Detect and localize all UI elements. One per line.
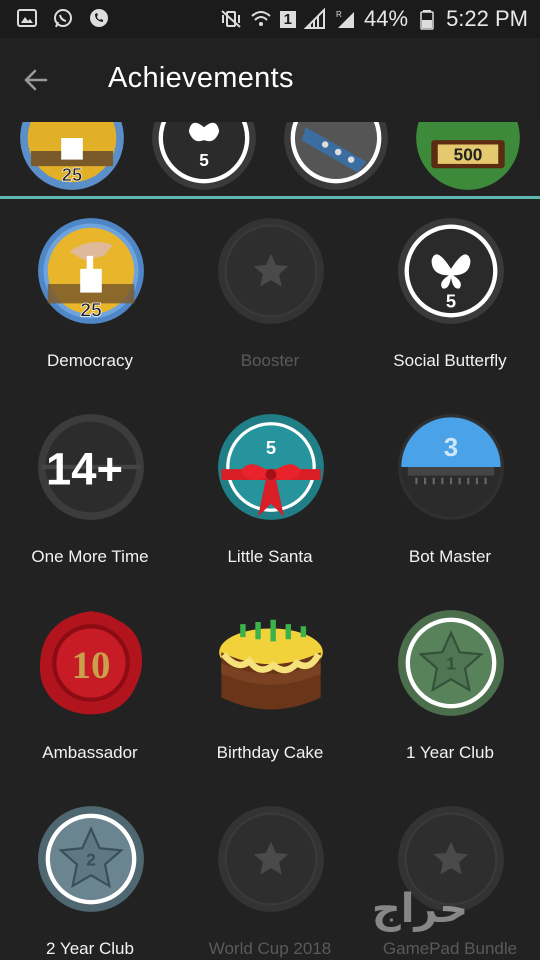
locked-star-badge-icon [218, 218, 324, 324]
gift-ribbon-badge-icon: 5 [218, 414, 324, 520]
achievement-booster[interactable]: Booster [180, 199, 360, 395]
achievement-birthday-cake[interactable]: Birthday Cake [180, 591, 360, 787]
achievements-grid: 25 Democracy Booster 5 Social Butterfly … [0, 199, 540, 960]
bot-dome-badge-icon: 3 [398, 414, 504, 520]
wax-seal-badge-icon: 10 [39, 611, 143, 715]
badge-strip[interactable]: 25 5 500 [0, 122, 540, 197]
achievement-label: 1 Year Club [406, 743, 494, 762]
app-bar: Achievements [0, 38, 540, 122]
achievement-label: Birthday Cake [216, 743, 324, 762]
achievement-label: Social Butterfly [393, 351, 507, 370]
svg-text:25: 25 [80, 299, 102, 321]
svg-text:25: 25 [62, 164, 82, 185]
battery-icon [420, 10, 434, 30]
achievement-democracy[interactable]: 25 Democracy [0, 199, 180, 395]
whatsapp-icon [54, 9, 72, 28]
gallery-icon [17, 9, 37, 27]
svg-text:حراج: حراج [372, 886, 468, 932]
achievement-label: Little Santa [227, 547, 313, 566]
social-butterfly-badge-icon: 5 [152, 122, 256, 190]
phone-call-icon [90, 9, 108, 27]
achievement-little-santa[interactable]: 5 Little Santa [180, 395, 360, 591]
page-title: Achievements [108, 62, 294, 94]
achievement-label: Booster [240, 351, 300, 370]
signal-icon [304, 8, 326, 29]
svg-text:3: 3 [444, 434, 458, 462]
svg-text:500: 500 [454, 145, 483, 165]
notification-icons [16, 7, 110, 29]
crate-badge-icon: 500 [416, 122, 520, 190]
achievement-label: 2 Year Club [46, 939, 134, 958]
vibrate-mute-icon [221, 10, 241, 28]
achievement-2-year-club[interactable]: 2 2 Year Club [0, 787, 180, 960]
svg-text:10: 10 [72, 644, 111, 687]
sash-badge-icon [284, 122, 388, 190]
status-bar: 1 R 44% 5:22 PM [0, 0, 540, 38]
svg-text:5: 5 [199, 150, 209, 170]
battery-percent: 44% [364, 6, 409, 31]
sim-label: 1 [279, 10, 297, 28]
blue-star-badge-icon: 2 [38, 806, 144, 912]
flip-counter-badge-icon: 14+ [38, 414, 144, 520]
democracy-badge-icon: 25 [20, 122, 124, 190]
roaming-signal-icon: R [336, 10, 355, 28]
system-icons: 1 R 44% 5:22 PM [220, 0, 528, 38]
achievement-social-butterfly[interactable]: 5 Social Butterfly [360, 199, 540, 395]
butterfly-badge-icon: 5 [398, 218, 504, 324]
svg-text:1: 1 [446, 653, 456, 673]
achievement-label: Ambassador [42, 743, 138, 762]
achievement-ambassador[interactable]: 10 Ambassador [0, 591, 180, 787]
svg-text:2: 2 [86, 849, 96, 869]
achievement-label: Bot Master [408, 547, 492, 566]
cake-badge-icon [219, 619, 323, 710]
green-star-badge-icon: 1 [398, 610, 504, 716]
haraj-watermark-logo: حراج [372, 886, 468, 932]
svg-text:14+: 14+ [46, 443, 123, 494]
achievement-label: GamePad Bundle [382, 939, 518, 958]
clock-time: 5:22 PM [446, 6, 528, 31]
achievement-label: One More Time [31, 547, 149, 566]
achievement-label: World Cup 2018 [208, 939, 332, 958]
achievement-label: Democracy [47, 351, 133, 370]
locked-star-badge-icon [218, 806, 324, 912]
svg-text:5: 5 [266, 437, 276, 458]
svg-text:5: 5 [446, 291, 456, 312]
achievement-one-more-time[interactable]: 14+ One More Time [0, 395, 180, 591]
achievement-bot-master[interactable]: 3 Bot Master [360, 395, 540, 591]
back-arrow-icon[interactable] [18, 62, 54, 98]
wifi-icon [251, 11, 271, 26]
svg-text:R: R [336, 10, 342, 19]
democracy-badge-icon: 25 [38, 218, 144, 324]
achievement-1-year-club[interactable]: 1 1 Year Club [360, 591, 540, 787]
